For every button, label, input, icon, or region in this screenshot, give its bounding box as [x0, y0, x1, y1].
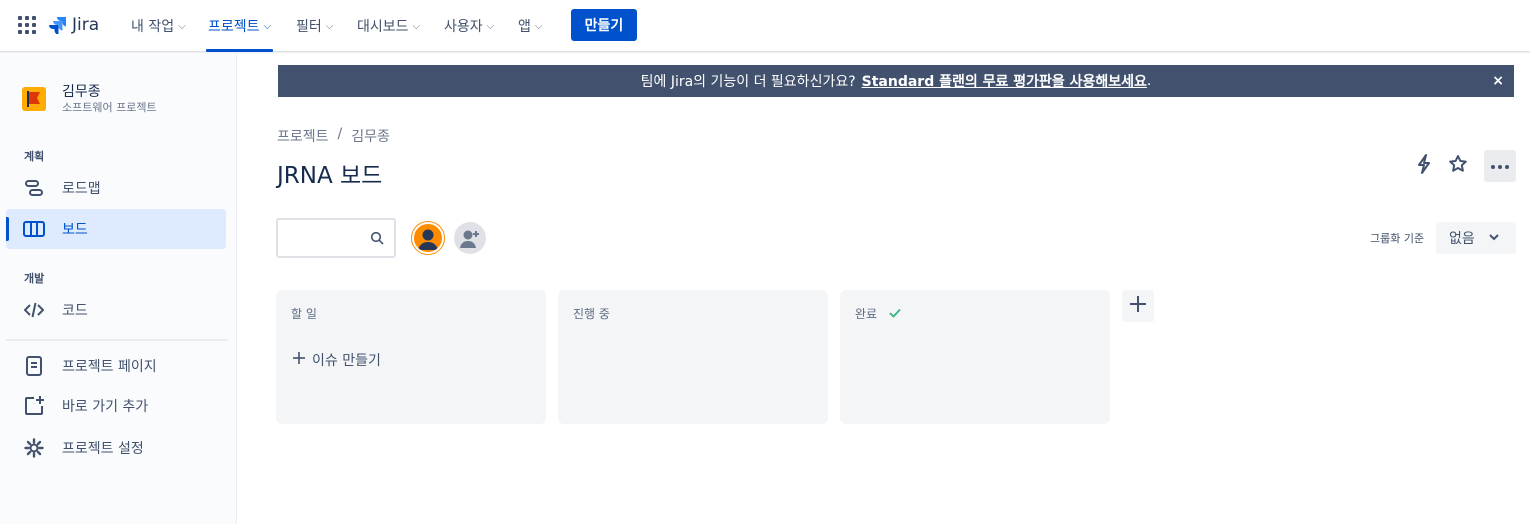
column-title: 진행 중 — [573, 307, 610, 321]
close-icon[interactable]: × — [1492, 73, 1504, 89]
chevron-down-icon: ⌵ — [486, 20, 495, 32]
nav-dashboards[interactable]: 대시보드 ⌵ — [357, 0, 420, 52]
sidebar-item-label: 코드 — [62, 303, 88, 319]
nav-my-work[interactable]: 내 작업 ⌵ — [131, 0, 186, 52]
chevron-down-icon: ⌵ — [178, 20, 186, 32]
project-sidebar: 김무종 소프트웨어 프로젝트 계획 로드맵 보드 개발 코드 프로젝트 페이지 — [0, 53, 237, 524]
star-icon — [1448, 154, 1468, 178]
sidebar-item-label: 프로젝트 설정 — [62, 441, 144, 457]
breadcrumb-projects[interactable]: 프로젝트 — [277, 126, 329, 146]
roadmap-icon — [23, 177, 45, 199]
breadcrumb: 프로젝트 / 김무종 — [277, 126, 390, 146]
code-icon — [23, 299, 45, 321]
upgrade-banner: 팀에 Jira의 기능이 더 필요하신가요? Standard 플랜의 무료 평… — [278, 65, 1514, 97]
sidebar-item-add-shortcut[interactable]: 바로 가기 추가 — [6, 386, 226, 426]
star-button[interactable] — [1442, 150, 1474, 182]
project-avatar — [22, 87, 46, 111]
add-people-button[interactable] — [454, 222, 486, 254]
page-icon — [23, 355, 45, 377]
sidebar-item-label: 바로 가기 추가 — [62, 399, 149, 415]
column-title: 완료 — [855, 307, 878, 321]
add-user-icon — [460, 230, 479, 248]
more-actions-button[interactable] — [1484, 150, 1516, 182]
development-section-label: 개발 — [24, 272, 45, 285]
sidebar-item-label: 프로젝트 페이지 — [62, 359, 157, 375]
nav-filters[interactable]: 필터 ⌵ — [296, 0, 333, 52]
add-column-button[interactable] — [1122, 290, 1154, 322]
banner-suffix: . — [1146, 73, 1152, 89]
nav-projects[interactable]: 프로젝트 ⌵ — [206, 0, 274, 52]
jira-logo[interactable]: Jira — [48, 12, 99, 38]
create-button[interactable]: 만들기 — [571, 9, 637, 41]
page-title: JRNA 보드 — [277, 163, 383, 189]
automation-button[interactable] — [1408, 150, 1440, 182]
breadcrumb-project[interactable]: 김무종 — [351, 126, 390, 146]
board-column-todo: 할 일 이슈 만들기 — [276, 290, 546, 424]
check-icon — [889, 307, 901, 321]
flag-icon — [28, 92, 40, 104]
group-by-select[interactable]: 없음 — [1436, 222, 1516, 254]
search-field[interactable] — [276, 218, 396, 258]
user-icon — [418, 229, 438, 250]
plus-icon — [292, 351, 306, 369]
create-issue-label: 이슈 만들기 — [312, 353, 381, 369]
chevron-down-icon: ⌵ — [263, 20, 272, 32]
nav-projects-label: 프로젝트 — [208, 19, 260, 35]
chevron-down-icon: ⌵ — [534, 20, 543, 32]
nav-dashboards-label: 대시보드 — [357, 19, 409, 35]
sidebar-item-label: 보드 — [62, 222, 88, 238]
search-icon — [370, 231, 384, 249]
more-icon — [1490, 158, 1510, 174]
sidebar-item-project-settings[interactable]: 프로젝트 설정 — [6, 428, 226, 468]
banner-trial-link[interactable]: Standard 플랜의 무료 평가판을 사용해보세요 — [862, 71, 1147, 91]
sidebar-item-label: 로드맵 — [62, 181, 101, 197]
gear-icon — [23, 437, 45, 459]
breadcrumb-separator: / — [337, 126, 343, 142]
board-column-in-progress: 진행 중 — [558, 290, 828, 424]
chevron-down-icon: ⌵ — [325, 20, 334, 32]
nav-people-label: 사용자 — [444, 19, 483, 35]
column-title: 할 일 — [291, 307, 317, 321]
banner-text: 팀에 Jira의 기능이 더 필요하신가요? — [640, 74, 856, 90]
project-type: 소프트웨어 프로젝트 — [62, 101, 157, 114]
top-navigation: Jira 내 작업 ⌵ 프로젝트 ⌵ 필터 ⌵ 대시보드 ⌵ 사용자 ⌵ 앱 ⌵… — [0, 0, 1530, 52]
group-by-value: 없음 — [1449, 231, 1475, 247]
board-column-done: 완료 — [840, 290, 1110, 424]
chevron-down-icon — [1488, 231, 1500, 247]
project-header[interactable]: 김무종 소프트웨어 프로젝트 — [22, 83, 157, 115]
jira-logo-icon — [49, 17, 66, 34]
sidebar-divider — [6, 339, 228, 341]
group-by-label: 그룹화 기준 — [1370, 232, 1425, 245]
sidebar-item-board[interactable]: 보드 — [6, 209, 226, 249]
nav-apps[interactable]: 앱 ⌵ — [518, 0, 542, 52]
search-input[interactable] — [278, 220, 364, 256]
plus-icon — [1129, 295, 1147, 317]
add-shortcut-icon — [23, 395, 45, 417]
board-icon — [23, 218, 45, 240]
lightning-icon — [1416, 154, 1432, 178]
nav-people[interactable]: 사용자 ⌵ — [444, 0, 494, 52]
project-name: 김무종 — [62, 84, 101, 100]
app-switcher-icon[interactable] — [18, 16, 36, 34]
nav-apps-label: 앱 — [518, 19, 531, 35]
sidebar-item-roadmap[interactable]: 로드맵 — [6, 168, 226, 208]
create-issue-button[interactable]: 이슈 만들기 — [292, 350, 381, 370]
avatar[interactable] — [412, 222, 444, 254]
logo-text: Jira — [72, 15, 100, 35]
sidebar-item-code[interactable]: 코드 — [6, 290, 226, 330]
chevron-down-icon: ⌵ — [412, 20, 421, 32]
sidebar-item-project-pages[interactable]: 프로젝트 페이지 — [6, 346, 226, 386]
nav-filters-label: 필터 — [296, 19, 322, 35]
planning-section-label: 계획 — [24, 150, 45, 163]
nav-my-work-label: 내 작업 — [131, 19, 175, 35]
